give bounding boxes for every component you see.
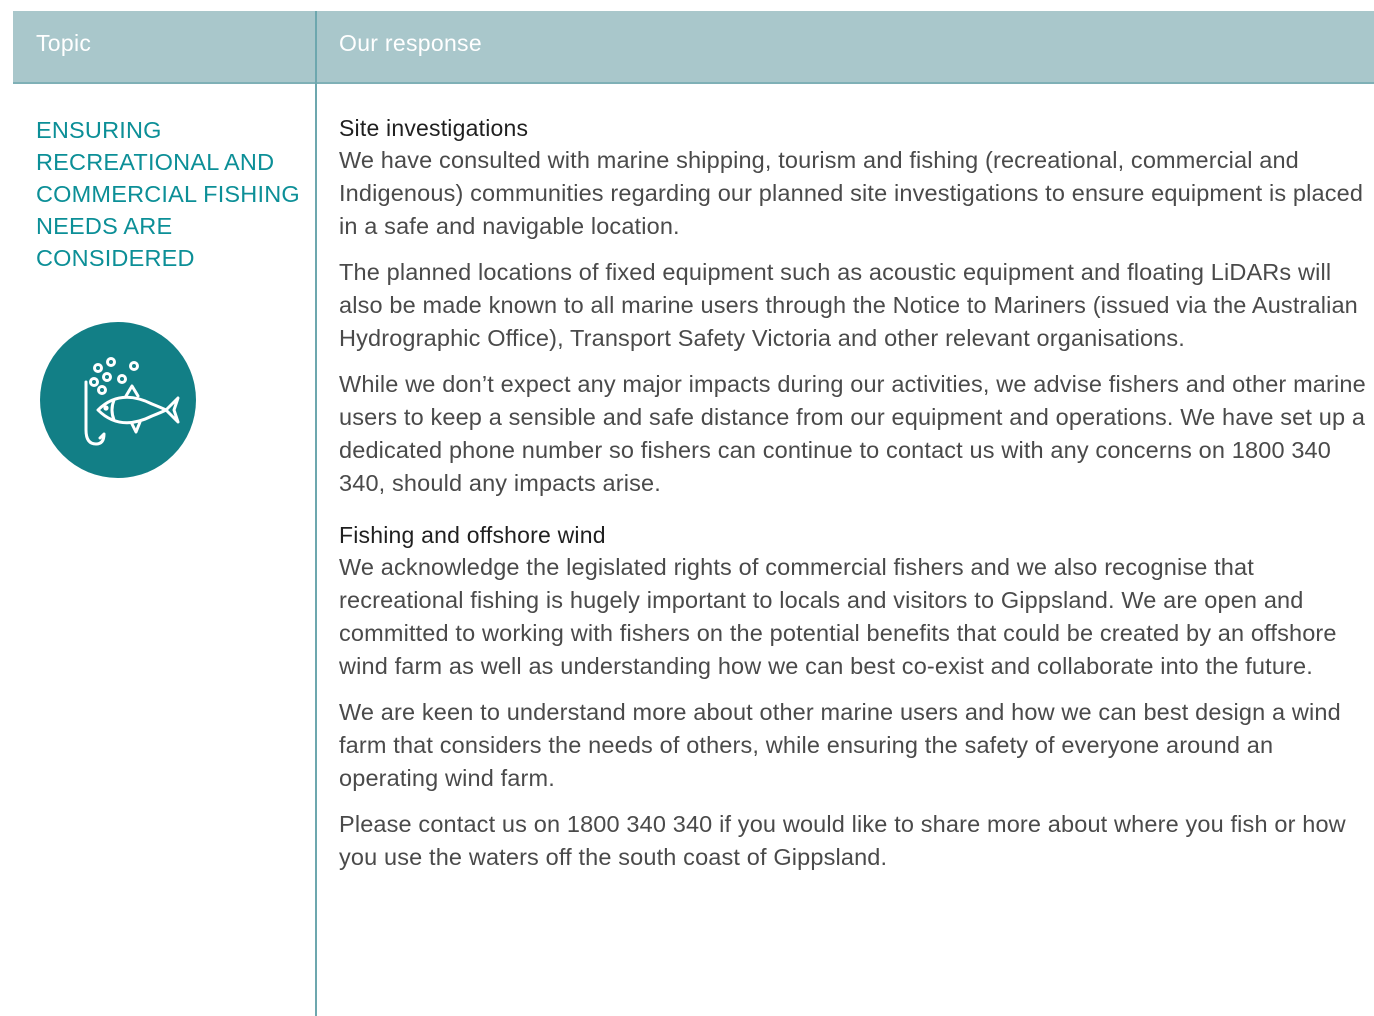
topic-title: ENSURING RECREATIONAL AND COMMERCIAL FIS…	[36, 117, 300, 271]
response-cell: Site investigations We have consulted wi…	[339, 112, 1369, 874]
topic-cell: ENSURING RECREATIONAL AND COMMERCIAL FIS…	[36, 114, 301, 274]
column-divider	[315, 11, 317, 1016]
paragraph: We are keen to understand more about oth…	[339, 699, 1341, 791]
paragraph: While we don’t expect any major impacts …	[339, 371, 1366, 496]
paragraph: We have consulted with marine shipping, …	[339, 147, 1364, 239]
paragraph: We acknowledge the legislated rights of …	[339, 554, 1337, 679]
section-heading: Site investigations	[339, 115, 529, 141]
header-response: Our response	[339, 30, 482, 56]
paragraph: Please contact us on 1800 340 340 if you…	[339, 811, 1346, 870]
response-table: Topic Our response ENSURING RECREATIONAL…	[0, 0, 1374, 1016]
header-topic: Topic	[36, 30, 92, 56]
fishing-hook-icon	[40, 322, 196, 478]
paragraph: The planned locations of fixed equipment…	[339, 259, 1358, 351]
table-header: Topic Our response	[13, 11, 1374, 84]
section-heading: Fishing and offshore wind	[339, 522, 606, 548]
